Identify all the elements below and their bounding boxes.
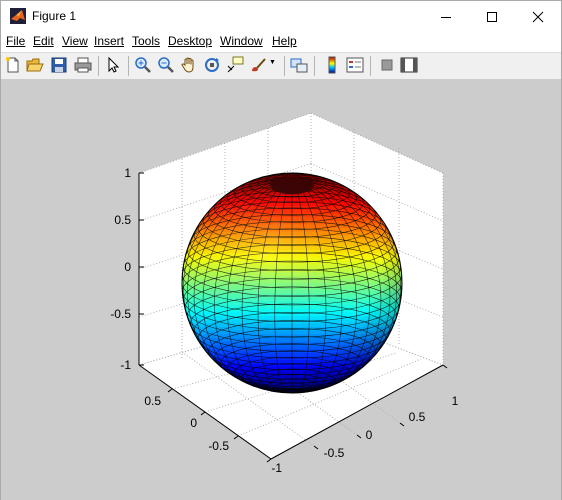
- tick-mark: [399, 422, 405, 427]
- toolbar-separator: [314, 56, 315, 76]
- save-icon[interactable]: [50, 56, 68, 74]
- tick-label: -0.5: [208, 439, 229, 453]
- tick-label: 0: [366, 428, 373, 442]
- maximize-button[interactable]: [469, 1, 515, 32]
- hide-plot-tools-icon[interactable]: [378, 56, 396, 74]
- menu-label: Tools: [132, 34, 161, 48]
- menu-insert[interactable]: Insert: [94, 34, 124, 48]
- sphere-surface: [181, 172, 403, 394]
- tick-label: 0.5: [144, 394, 161, 408]
- tick-mark: [200, 411, 206, 416]
- link-plot-icon[interactable]: [290, 56, 308, 74]
- menu-label: Window: [220, 34, 263, 48]
- tick-label: -0.5: [324, 446, 345, 460]
- menu-view[interactable]: View: [62, 34, 88, 48]
- zoom-in-icon[interactable]: [134, 56, 152, 74]
- matlab-logo-icon: [10, 8, 26, 24]
- menu-label: File: [6, 34, 26, 48]
- menu-tools[interactable]: Tools: [132, 34, 160, 48]
- tick-mark: [313, 445, 319, 450]
- tick-label: 0.5: [114, 213, 131, 227]
- figure-window: Figure 1 File Edit View Insert Tools Des…: [0, 0, 562, 500]
- tick-label: 0.5: [409, 410, 426, 424]
- rotate-3d-icon[interactable]: [203, 56, 221, 74]
- open-file-icon[interactable]: [26, 56, 44, 74]
- edit-plot-arrow-icon[interactable]: [104, 56, 122, 74]
- data-cursor-icon[interactable]: [226, 56, 244, 74]
- tick-mark: [442, 364, 448, 369]
- pan-hand-icon[interactable]: [180, 56, 198, 74]
- brush-dropdown-arrow-icon[interactable]: ▼: [269, 59, 276, 66]
- insert-legend-icon[interactable]: [346, 56, 364, 74]
- tick-label: -1: [120, 358, 131, 372]
- insert-colorbar-icon[interactable]: [323, 56, 341, 74]
- menu-help[interactable]: Help: [272, 34, 297, 48]
- menu-label: View: [62, 34, 88, 48]
- maximize-icon: [487, 11, 497, 22]
- menu-edit[interactable]: Edit: [33, 34, 54, 48]
- menu-label: Insert: [94, 34, 125, 48]
- print-icon[interactable]: [74, 56, 92, 74]
- menu-label: Help: [272, 34, 297, 48]
- toolbar-separator: [98, 56, 99, 76]
- menu-bar: File Edit View Insert Tools Desktop Wind…: [1, 32, 561, 78]
- menu-desktop[interactable]: Desktop: [168, 34, 212, 48]
- sphere-shading: [182, 173, 402, 393]
- minimize-icon: [441, 16, 451, 18]
- menu-window[interactable]: Window: [220, 34, 263, 48]
- close-icon: [532, 11, 544, 22]
- tick-label: 1: [124, 166, 131, 180]
- tick-label: 1: [452, 394, 459, 408]
- toolbar-separator: [370, 56, 371, 76]
- toolbar-separator: [284, 56, 285, 76]
- axes-3d[interactable]: 1 0.5 0 -0.5 -1 0.5 0 -0.5 -1 -0.5 0 0.5 1: [1, 79, 561, 500]
- tick-label: 0: [190, 416, 197, 430]
- tick-label: -1: [271, 461, 282, 475]
- new-figure-icon[interactable]: [4, 56, 22, 74]
- show-plot-tools-icon[interactable]: [400, 56, 418, 74]
- brush-icon[interactable]: [249, 56, 267, 74]
- tick-label: 0: [124, 260, 131, 274]
- figure-canvas[interactable]: 1 0.5 0 -0.5 -1 0.5 0 -0.5 -1 -0.5 0 0.5 1: [1, 79, 561, 500]
- window-title: Figure 1: [32, 9, 77, 23]
- tick-label: -0.5: [110, 307, 131, 321]
- tick-mark: [167, 388, 173, 393]
- figure-toolbar: ▼: [1, 52, 561, 80]
- close-button[interactable]: [515, 1, 561, 32]
- menu-file[interactable]: File: [6, 34, 25, 48]
- menu-label: Edit: [33, 34, 54, 48]
- tick-mark: [233, 435, 239, 440]
- minimize-button[interactable]: [423, 1, 469, 32]
- menu-label: Desktop: [168, 34, 213, 48]
- zoom-out-icon[interactable]: [157, 56, 175, 74]
- toolbar-separator: [128, 56, 129, 76]
- tick-mark: [356, 434, 362, 439]
- title-bar[interactable]: Figure 1: [1, 1, 561, 32]
